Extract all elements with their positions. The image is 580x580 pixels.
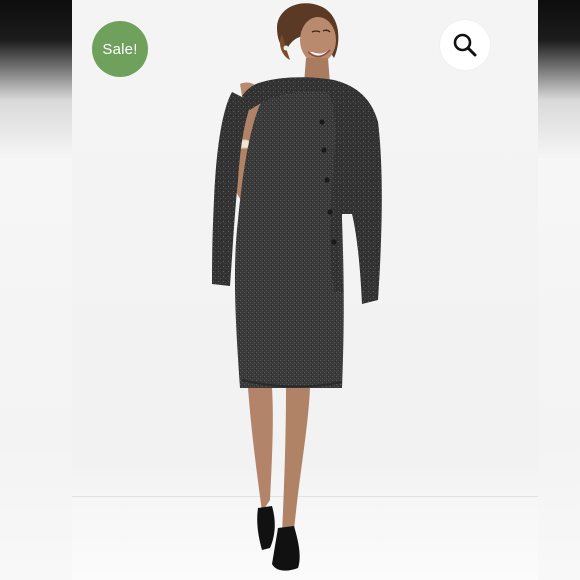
blurred-right-edge [538,0,580,580]
sale-badge: Sale! [92,21,148,77]
zoom-button[interactable] [440,20,490,70]
product-image-viewer: Sale! [0,0,580,580]
blurred-left-edge [0,0,72,580]
sale-badge-label: Sale! [102,40,138,58]
model-figure [212,3,382,571]
magnifier-icon [453,33,477,57]
